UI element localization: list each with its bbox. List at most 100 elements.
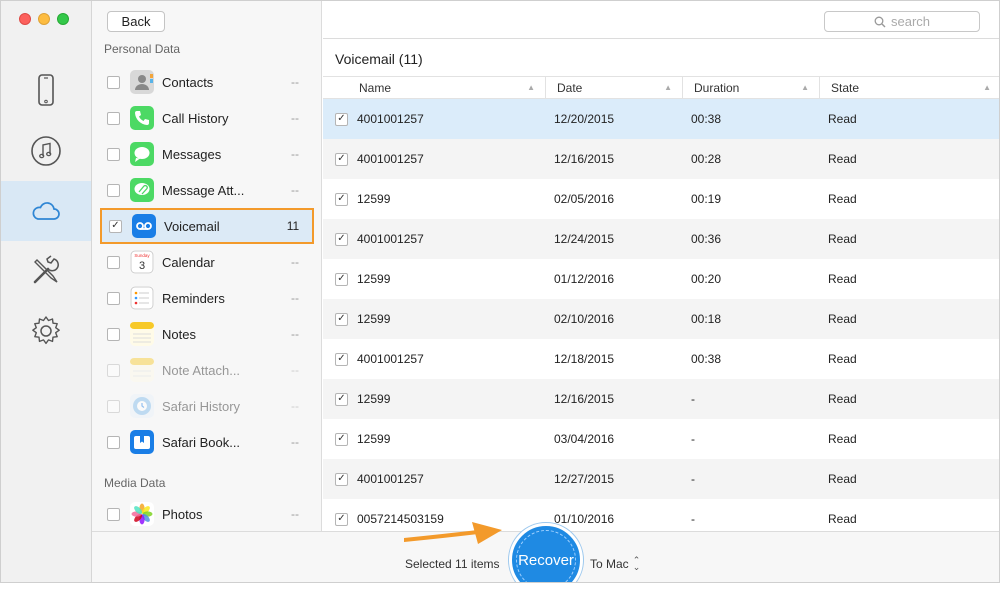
cell-duration: - (691, 432, 695, 446)
sort-arrow-icon: ▲ (801, 83, 809, 92)
cell-date: 01/12/2016 (554, 272, 615, 286)
category-name: Reminders (162, 290, 225, 306)
table-row[interactable]: ✓ 4001001257 12/20/2015 00:38 Read (323, 99, 999, 139)
row-checkbox[interactable]: ✓ (335, 352, 348, 366)
row-checkbox[interactable]: ✓ (335, 232, 348, 246)
table-row[interactable]: ✓ 12599 12/16/2015 - Read (323, 379, 999, 419)
row-checkbox[interactable]: ✓ (335, 272, 348, 286)
category-checkbox[interactable] (107, 255, 120, 269)
cell-state: Read (828, 112, 857, 126)
rail-item-tools[interactable] (1, 241, 91, 301)
safari-history-icon (130, 394, 154, 418)
close-window-button[interactable] (19, 13, 31, 25)
cell-state: Read (828, 272, 857, 286)
category-checkbox[interactable] (107, 111, 120, 125)
category-item-voicemail[interactable]: ✓ Voicemail 11 (100, 208, 314, 244)
column-header-name[interactable]: Name ▲ (323, 77, 546, 99)
row-checkbox[interactable]: ✓ (335, 152, 348, 166)
window-controls (19, 13, 69, 25)
table-row[interactable]: ✓ 12599 02/10/2016 00:18 Read (323, 299, 999, 339)
table-row[interactable]: ✓ 4001001257 12/27/2015 - Read (323, 459, 999, 499)
category-checkbox[interactable] (107, 327, 120, 341)
category-count: -- (291, 147, 299, 161)
cell-date: 03/04/2016 (554, 432, 615, 446)
rail-item-icloud[interactable] (1, 181, 91, 241)
row-checkbox[interactable]: ✓ (335, 472, 348, 486)
reminders-icon (130, 286, 154, 310)
category-item-messages[interactable]: Messages -- (100, 136, 314, 172)
messages-icon (130, 142, 154, 166)
cell-duration: 00:38 (691, 352, 722, 366)
row-checkbox[interactable]: ✓ (335, 312, 348, 326)
voicemail-icon (132, 214, 156, 238)
table-row[interactable]: ✓ 4001001257 12/24/2015 00:36 Read (323, 219, 999, 259)
row-checkbox[interactable]: ✓ (335, 392, 348, 406)
category-item-safari-history[interactable]: Safari History -- (100, 388, 314, 424)
table-row[interactable]: ✓ 12599 01/12/2016 00:20 Read (323, 259, 999, 299)
row-checkbox[interactable]: ✓ (335, 192, 348, 206)
category-count: -- (291, 363, 299, 377)
cell-name: 12599 (357, 392, 391, 406)
category-name: Voicemail (164, 218, 220, 234)
row-checkbox[interactable]: ✓ (335, 512, 348, 526)
recover-button[interactable]: Recover (509, 523, 583, 582)
cell-state: Read (828, 512, 857, 526)
category-name: Note Attach... (162, 362, 241, 378)
table-row[interactable]: ✓ 12599 02/05/2016 00:19 Read (323, 179, 999, 219)
category-item-photos[interactable]: Photos -- (100, 496, 314, 531)
category-item-reminders[interactable]: Reminders -- (100, 280, 314, 316)
music-icon (31, 136, 61, 166)
photos-icon (130, 502, 154, 526)
back-button[interactable]: Back (107, 11, 165, 32)
search-input[interactable]: search (824, 11, 980, 32)
cell-state: Read (828, 432, 857, 446)
sort-arrow-icon: ▲ (527, 83, 535, 92)
category-item-calendar[interactable]: Sunday 3 Calendar -- (100, 244, 314, 280)
category-item-note-attach[interactable]: Note Attach... -- (100, 352, 314, 388)
column-header-duration[interactable]: Duration ▲ (683, 77, 820, 99)
cell-duration: 00:38 (691, 112, 722, 126)
row-checkbox[interactable]: ✓ (335, 432, 348, 446)
cell-state: Read (828, 472, 857, 486)
icloud-icon (32, 202, 60, 220)
cell-duration: - (691, 392, 695, 406)
rail-item-settings[interactable] (1, 301, 91, 361)
category-checkbox[interactable] (107, 75, 120, 89)
category-item-notes[interactable]: Notes -- (100, 316, 314, 352)
category-item-safari-book[interactable]: Safari Book... -- (100, 424, 314, 460)
category-count: -- (291, 291, 299, 305)
table-row[interactable]: ✓ 12599 03/04/2016 - Read (323, 419, 999, 459)
category-checkbox[interactable] (107, 147, 120, 161)
table-row[interactable]: ✓ 4001001257 12/18/2015 00:38 Read (323, 339, 999, 379)
cell-date: 12/20/2015 (554, 112, 615, 126)
rail-item-itunes[interactable] (1, 121, 91, 181)
column-header-state[interactable]: State ▲ (820, 77, 999, 99)
destination-label: To Mac (590, 557, 629, 571)
category-checkbox[interactable] (107, 435, 120, 449)
cell-duration: 00:28 (691, 152, 722, 166)
category-item-call-history[interactable]: Call History -- (100, 100, 314, 136)
column-header-date[interactable]: Date ▲ (546, 77, 683, 99)
category-checkbox[interactable] (107, 291, 120, 305)
category-checkbox[interactable]: ✓ (109, 219, 122, 233)
iphone-icon (38, 74, 54, 106)
category-checkbox[interactable] (107, 399, 120, 413)
category-name: Messages (162, 146, 222, 162)
zoom-window-button[interactable] (57, 13, 69, 25)
cell-duration: 00:36 (691, 232, 722, 246)
category-item-contacts[interactable]: Contacts -- (100, 64, 314, 100)
category-checkbox[interactable] (107, 363, 120, 377)
minimize-window-button[interactable] (38, 13, 50, 25)
category-item-message-att[interactable]: Message Att... -- (100, 172, 314, 208)
category-checkbox[interactable] (107, 507, 120, 521)
rail-item-device[interactable] (1, 60, 91, 120)
row-checkbox[interactable]: ✓ (335, 112, 348, 126)
notes-icon (130, 322, 154, 346)
category-checkbox[interactable] (107, 183, 120, 197)
cell-name: 12599 (357, 192, 391, 206)
calendar-icon: Sunday 3 (130, 250, 154, 274)
destination-select[interactable]: To Mac ⌃ ⌄ (590, 556, 640, 572)
note-attachment-icon (130, 358, 154, 382)
table-row[interactable]: ✓ 4001001257 12/16/2015 00:28 Read (323, 139, 999, 179)
paperclip-icon (130, 178, 154, 202)
